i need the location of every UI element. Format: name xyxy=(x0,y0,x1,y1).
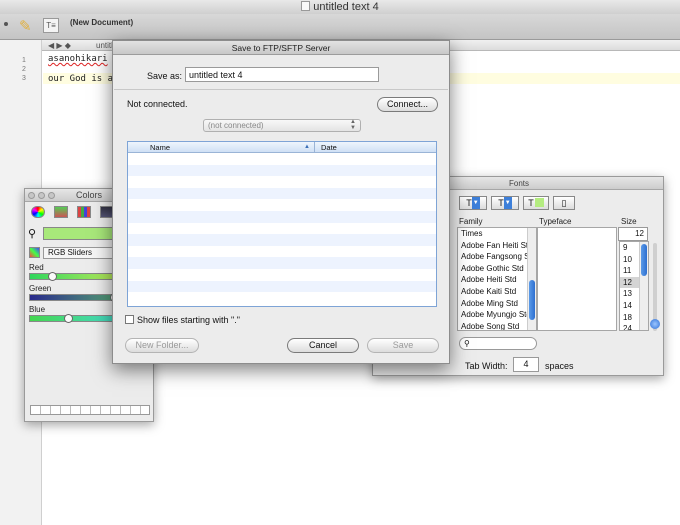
minimize-icon[interactable] xyxy=(38,192,45,199)
connection-status: Not connected. xyxy=(127,99,188,109)
green-label: Green xyxy=(29,284,52,293)
show-hidden-files-checkbox[interactable]: Show files starting with "." xyxy=(125,315,240,325)
server-select[interactable]: (not connected) ▲ ▼ xyxy=(203,119,361,132)
table-row[interactable] xyxy=(128,153,436,165)
font-size-slider-knob[interactable] xyxy=(650,319,660,329)
list-item[interactable]: Adobe Gothic Std xyxy=(458,263,536,275)
list-item[interactable]: Times xyxy=(458,228,536,240)
list-item[interactable]: Adobe Ming Std xyxy=(458,298,536,310)
table-row[interactable] xyxy=(128,234,436,246)
typeface-list[interactable] xyxy=(537,227,617,331)
editor-toolbar: ✎ T≡ (New Document) xyxy=(0,14,680,40)
list-item[interactable]: Adobe Song Std xyxy=(458,321,536,330)
line-number: 2 xyxy=(22,66,26,73)
code-line[interactable]: asanohikari xyxy=(48,54,108,64)
nav-document-name[interactable]: untitl xyxy=(96,40,113,51)
list-item[interactable]: Adobe Kaiti Std xyxy=(458,286,536,298)
tab-width-label: Tab Width: xyxy=(465,361,508,371)
table-row[interactable] xyxy=(128,292,436,304)
save-as-label: Save as: xyxy=(147,71,183,81)
server-select-value: (not connected) xyxy=(208,121,264,130)
search-icon: ⚲ xyxy=(464,339,470,348)
table-row[interactable] xyxy=(128,187,436,200)
color-sliders-icon[interactable] xyxy=(54,206,69,218)
sort-ascending-icon: ▲ xyxy=(304,144,310,150)
font-size-list[interactable]: 9 10 11 12 13 14 18 24 xyxy=(619,241,649,331)
text-color-icon[interactable]: T xyxy=(523,196,549,210)
family-scrollbar[interactable] xyxy=(527,228,536,330)
date-column-header[interactable]: Date xyxy=(314,142,434,153)
font-family-list[interactable]: Times Adobe Fan Heiti Std Adobe Fangsong… xyxy=(457,227,537,331)
line-number: 3 xyxy=(22,75,26,82)
table-header: Name ▲ Date xyxy=(128,142,436,153)
text-underline-icon[interactable]: T▼ xyxy=(459,196,487,210)
nav-arrows-icon[interactable]: ◀ ▶ ◆ xyxy=(48,40,71,51)
tab-width-field[interactable]: 4 xyxy=(513,357,539,372)
save-button[interactable]: Save xyxy=(367,338,439,353)
tab-width-unit: spaces xyxy=(545,361,574,371)
table-row[interactable] xyxy=(128,210,436,223)
table-rows xyxy=(128,153,436,304)
toolbar-document-label: (New Document) xyxy=(70,18,134,27)
save-to-ftp-dialog: Save to FTP/SFTP Server Save as: Not con… xyxy=(112,40,450,364)
list-item[interactable]: Adobe Fangsong Std xyxy=(458,251,536,263)
size-scroll-thumb[interactable] xyxy=(641,244,647,276)
pencil-icon[interactable]: ✎ xyxy=(19,17,32,35)
dialog-title: Save to FTP/SFTP Server xyxy=(113,41,449,55)
document-color-icon[interactable]: ▯ xyxy=(553,196,575,210)
table-row[interactable] xyxy=(128,280,436,293)
table-row[interactable] xyxy=(128,223,436,235)
name-column-header[interactable]: Name xyxy=(150,142,170,153)
font-size-field[interactable]: 12 xyxy=(618,227,648,241)
text-strikethrough-icon[interactable]: T▼ xyxy=(491,196,519,210)
table-row[interactable] xyxy=(128,199,436,211)
red-label: Red xyxy=(29,263,44,272)
table-row[interactable] xyxy=(128,164,436,177)
family-scroll-thumb[interactable] xyxy=(529,280,535,320)
save-as-input[interactable] xyxy=(185,67,379,82)
size-column-header: Size xyxy=(621,217,637,226)
color-wells[interactable] xyxy=(30,405,150,415)
color-palettes-icon[interactable] xyxy=(77,206,92,218)
font-size-slider[interactable] xyxy=(650,243,660,331)
typeface-column-header: Typeface xyxy=(539,217,572,226)
colors-title: Colors xyxy=(75,190,102,200)
new-folder-button[interactable]: New Folder... xyxy=(125,338,199,353)
list-item[interactable]: Adobe Heiti Std xyxy=(458,274,536,286)
blue-label: Blue xyxy=(29,305,46,314)
zoom-icon[interactable] xyxy=(48,192,55,199)
text-format-icon[interactable]: T≡ xyxy=(43,18,59,33)
toolbar-marker-icon xyxy=(4,22,8,26)
color-mode-toolbar xyxy=(31,206,120,218)
magnifier-icon[interactable]: ⚲ xyxy=(28,227,36,240)
line-number: 1 xyxy=(22,57,26,64)
document-icon xyxy=(301,1,311,11)
cancel-button[interactable]: Cancel xyxy=(287,338,359,353)
window-title: untitled text 4 xyxy=(313,1,379,13)
close-icon[interactable] xyxy=(28,192,35,199)
list-item[interactable]: Adobe Fan Heiti Std xyxy=(458,240,536,252)
table-row[interactable] xyxy=(128,246,436,258)
updown-arrows-icon: ▲ ▼ xyxy=(350,119,356,131)
family-column-header: Family xyxy=(459,217,483,226)
size-scrollbar[interactable] xyxy=(639,242,648,330)
checkbox-icon[interactable] xyxy=(125,315,134,324)
rgb-icon xyxy=(29,247,40,258)
table-row[interactable] xyxy=(128,269,436,281)
show-hidden-files-label: Show files starting with "." xyxy=(137,315,240,325)
fonts-title: Fonts xyxy=(509,179,530,188)
divider xyxy=(114,89,448,90)
blue-slider-knob[interactable] xyxy=(64,314,73,323)
editor-title-bar: untitled text 4 xyxy=(0,0,680,14)
list-item[interactable]: Adobe Myungjo Std xyxy=(458,309,536,321)
table-row[interactable] xyxy=(128,257,436,269)
table-row[interactable] xyxy=(128,176,436,188)
connect-button[interactable]: Connect... xyxy=(377,97,438,112)
font-search-field[interactable]: ⚲ xyxy=(459,337,537,350)
red-slider-knob[interactable] xyxy=(48,272,57,281)
file-table[interactable]: Name ▲ Date xyxy=(127,141,437,307)
color-wheel-icon[interactable] xyxy=(31,206,45,218)
